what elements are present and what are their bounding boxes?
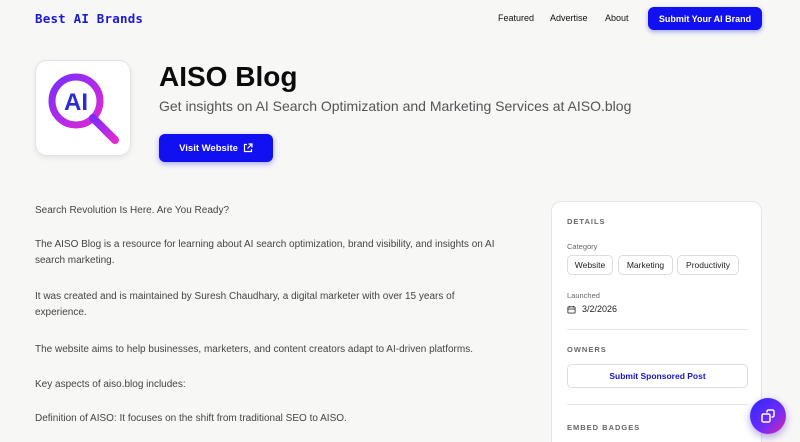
article-paragraph: The website aims to help businesses, mar… [35,344,473,355]
owners-heading: OWNERS [567,345,607,354]
aiso-logo: AI [35,60,131,156]
category-tag-website[interactable]: Website [567,255,613,275]
nav-advertise[interactable]: Advertise [550,13,588,23]
category-label: Category [567,242,598,251]
calendar-icon [567,305,576,314]
embed-badges-heading: EMBED BADGES [567,423,641,432]
brand-logo-link[interactable]: Best AI Brands [35,11,143,26]
article-paragraph: Search Revolution Is Here. Are You Ready… [35,205,230,216]
page-subtitle: Get insights on AI Search Optimization a… [159,98,632,114]
divider [567,329,748,330]
launched-label: Launched [567,291,600,300]
top-header: Best AI Brands Featured Advertise About … [0,0,800,38]
share-fab-button[interactable] [750,398,786,434]
share-icon [761,409,775,423]
details-heading: DETAILS [567,217,606,226]
page-title: AISO Blog [159,61,298,92]
logo-text: AI [64,89,88,116]
submit-sponsored-post-button[interactable]: Submit Sponsored Post [567,364,748,388]
launched-date-row: 3/2/2026 [567,304,617,314]
category-tag-marketing[interactable]: Marketing [618,255,673,275]
article-paragraph: Key aspects of aiso.blog includes: [35,379,186,390]
divider [567,404,748,405]
launched-date: 3/2/2026 [582,304,618,314]
category-tag-productivity[interactable]: Productivity [677,255,739,275]
nav-featured[interactable]: Featured [498,13,534,23]
article-paragraph: Definition of AISO: It focuses on the sh… [35,413,347,424]
article-paragraph: It was created and is maintained by Sure… [35,291,455,318]
visit-website-button[interactable]: Visit Website [159,134,273,162]
external-link-icon [243,143,253,153]
details-card: DETAILS Category Website Marketing Produ… [551,201,762,442]
ai-magnifier-icon: AI [48,73,119,144]
nav-about[interactable]: About [605,13,629,23]
visit-website-label: Visit Website [179,142,238,154]
article-paragraph: The AISO Blog is a resource for learning… [35,239,495,266]
submit-ai-brand-button[interactable]: Submit Your AI Brand [648,7,762,30]
